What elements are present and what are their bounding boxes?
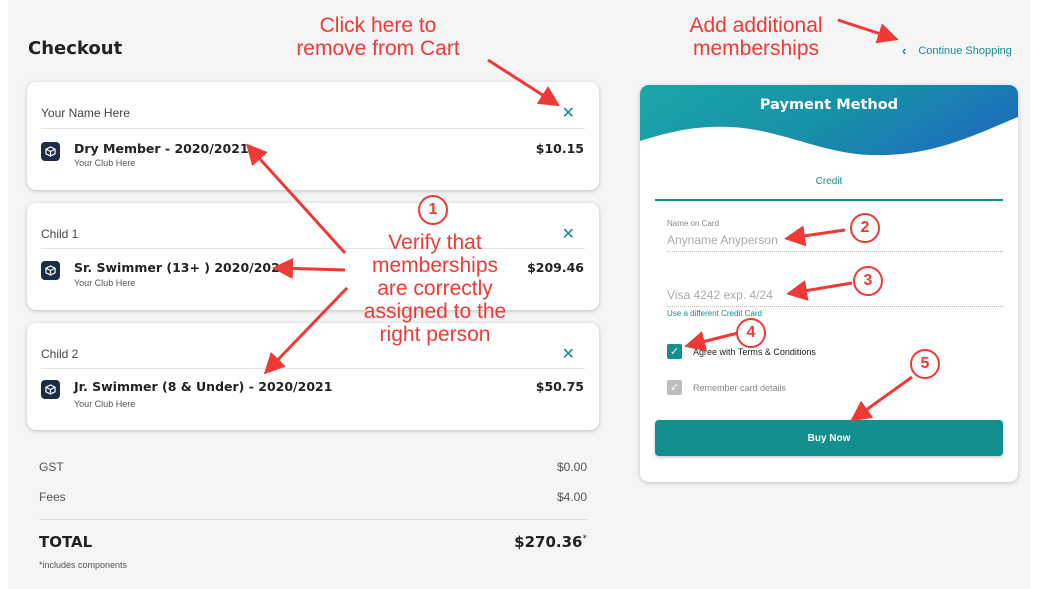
cart-item-price: $50.75 (535, 379, 584, 394)
cart-person-name: Your Name Here (41, 106, 130, 120)
package-icon (41, 380, 60, 399)
annotation-verify-memberships: Verify that memberships are correctly as… (363, 231, 507, 346)
gst-row: GST $0.00 (39, 460, 587, 474)
name-on-card-input[interactable]: Anyname Anyperson (667, 233, 778, 247)
payment-method-card: Payment Method Credit Name on Card Anyna… (640, 85, 1018, 482)
chevron-left-icon: ‹ (902, 43, 907, 58)
cart-item-price: $209.46 (527, 260, 584, 275)
cart-item-name: Sr. Swimmer (13+ ) 2020/2021 (74, 260, 289, 275)
card-number-input[interactable]: Visa 4242 exp. 4/24 (667, 288, 773, 302)
divider (41, 128, 585, 129)
cart-item-name: Jr. Swimmer (8 & Under) - 2020/2021 (74, 379, 333, 394)
cart-item-name: Dry Member - 2020/2021 (74, 141, 249, 156)
cart-item-club: Your Club Here (74, 399, 136, 409)
card-field-underline (667, 306, 1003, 307)
name-on-card-label: Name on Card (667, 219, 720, 228)
annotation-remove-from-cart: Click here to remove from Cart (296, 14, 460, 60)
buy-now-button[interactable]: Buy Now (655, 420, 1003, 456)
check-icon: ✓ (669, 382, 680, 394)
annotation-number-2: 2 (850, 213, 880, 243)
package-icon (41, 142, 60, 161)
total-marker: * (582, 534, 588, 544)
total-label: TOTAL (39, 533, 93, 551)
cart-item-price: $10.15 (535, 141, 584, 156)
fees-row: Fees $4.00 (39, 490, 587, 504)
cart-item-club: Your Club Here (74, 278, 136, 288)
total-row: TOTAL $270.36* (39, 533, 587, 551)
agree-label: Agree with Terms & Conditions (693, 347, 816, 357)
annotation-number-4: 4 (736, 318, 766, 348)
close-icon[interactable]: ✕ (562, 344, 575, 364)
components-note: *includes components (39, 560, 128, 570)
annotation-number-5: 5 (910, 349, 940, 379)
close-icon[interactable]: ✕ (562, 224, 575, 244)
continue-shopping-link[interactable]: ‹ Continue Shopping (902, 43, 1012, 58)
cart-person-name: Child 1 (41, 227, 79, 241)
agree-checkbox[interactable]: ✓ (667, 344, 682, 359)
fees-value: $4.00 (556, 490, 587, 504)
gst-label: GST (39, 460, 64, 474)
tab-underline (655, 199, 1003, 201)
payment-title: Payment Method (759, 97, 899, 113)
gst-value: $0.00 (556, 460, 587, 474)
remember-label: Remember card details (693, 383, 787, 393)
summary-divider (39, 519, 587, 520)
cart-item-club: Your Club Here (74, 158, 136, 168)
use-different-card-link[interactable]: Use a different Credit Card (667, 309, 762, 318)
cart-person-name: Child 2 (41, 347, 79, 361)
package-icon (41, 261, 60, 280)
check-icon: ✓ (669, 346, 680, 358)
annotation-number-1: 1 (418, 195, 448, 225)
annotation-number-3: 3 (853, 266, 883, 296)
remember-checkbox[interactable]: ✓ (667, 380, 682, 395)
close-icon[interactable]: ✕ (562, 103, 575, 123)
cart-card-1: Your Name Here ✕ Dry Member - 2020/2021 … (27, 82, 599, 190)
page-title: Checkout (28, 38, 123, 59)
divider (41, 368, 585, 369)
total-value-wrap: $270.36* (514, 533, 587, 551)
tab-credit[interactable]: Credit (655, 176, 1003, 187)
annotation-add-memberships: Add additional memberships (689, 14, 823, 60)
continue-shopping-label: Continue Shopping (918, 44, 1012, 57)
fees-label: Fees (39, 490, 66, 504)
total-value: $270.36 (514, 533, 583, 551)
name-field-underline (667, 251, 1003, 252)
